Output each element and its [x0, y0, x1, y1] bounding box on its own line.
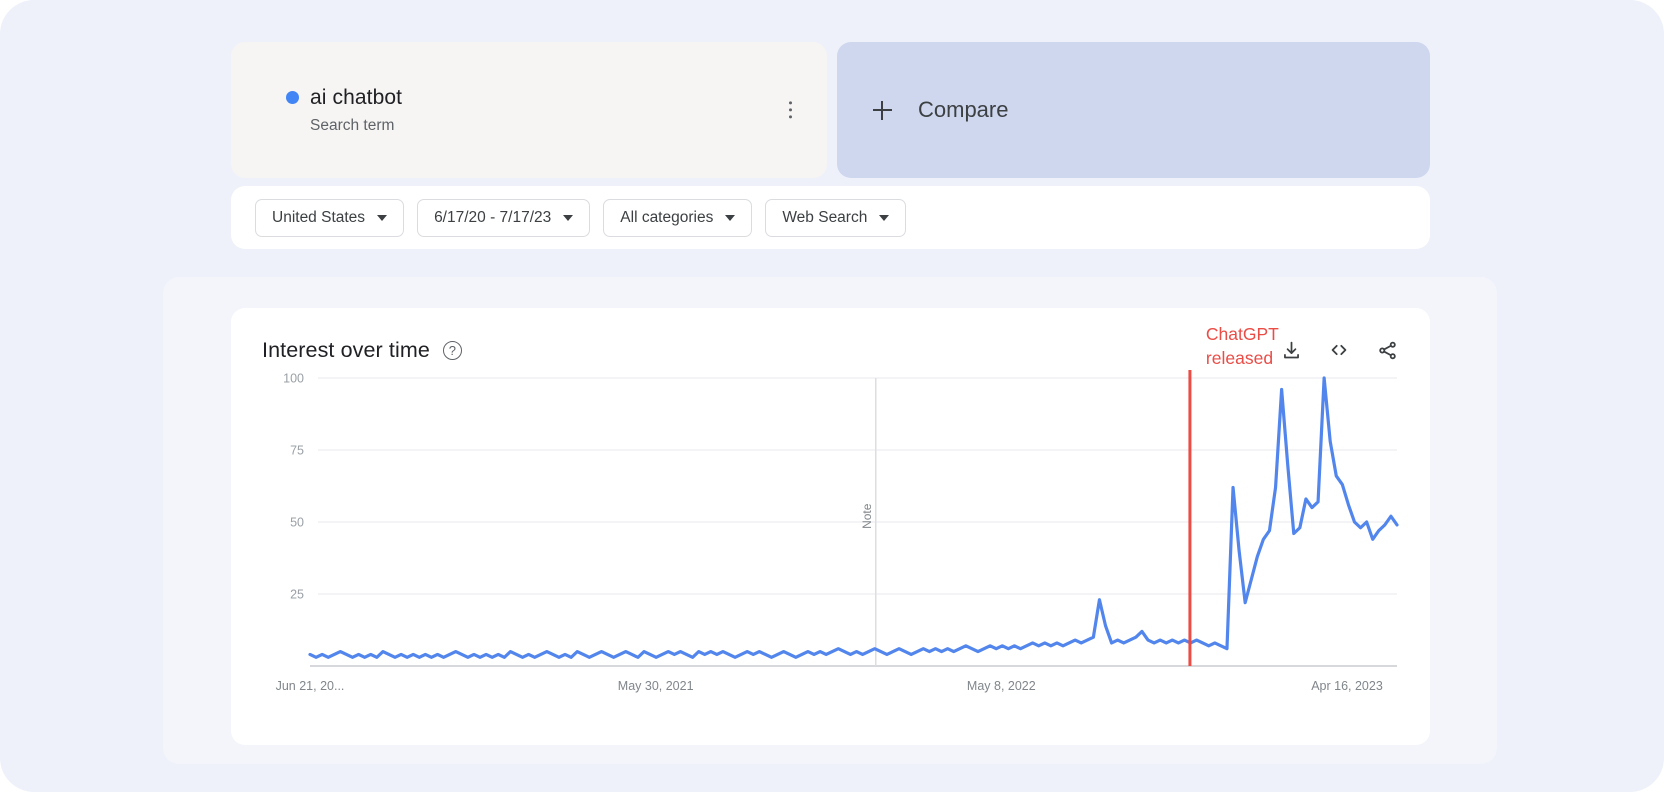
chatgpt-annotation-line1: ChatGPT: [1205, 324, 1279, 344]
search-term-card[interactable]: ai chatbot Search term: [231, 42, 827, 178]
date-range-filter-label: 6/17/20 - 7/17/23: [434, 208, 552, 226]
chevron-down-icon: [879, 214, 890, 221]
chevron-down-icon: [563, 214, 574, 221]
search-terms-row: ai chatbot Search term Compare: [231, 42, 1430, 178]
search-term-line: ai chatbot: [286, 86, 827, 110]
share-button[interactable]: [1374, 337, 1400, 363]
compare-button[interactable]: Compare: [837, 42, 1430, 178]
chatgpt-annotation-line2: released: [1205, 347, 1274, 368]
google-trends-screenshot: ai chatbot Search term Compare United St…: [0, 0, 1664, 792]
plus-icon: [873, 100, 892, 120]
y-axis-tick-label: 75: [290, 444, 304, 458]
download-csv-button[interactable]: [1278, 337, 1304, 363]
y-axis-tick-label: 25: [290, 588, 304, 602]
x-axis-tick-label: Jun 21, 20...: [276, 679, 345, 693]
x-axis-tick-label: Apr 16, 2023: [1311, 679, 1383, 693]
x-axis-tick-label: May 30, 2021: [618, 679, 694, 693]
search-type-filter-label: Web Search: [782, 208, 868, 226]
category-filter[interactable]: All categories: [603, 198, 753, 237]
kebab-menu-icon[interactable]: [783, 95, 798, 124]
interest-over-time-chart[interactable]: 25 50 75 100 Note Jun 21, 20... May 30, 2021 Ma…: [262, 324, 1401, 710]
search-type-filter[interactable]: Web Search: [765, 198, 907, 237]
y-axis-tick-label: 100: [283, 372, 304, 386]
kebab-dot: [788, 115, 792, 119]
chart-actions: [1278, 337, 1400, 363]
kebab-dot: [788, 108, 792, 112]
date-range-filter[interactable]: 6/17/20 - 7/17/23: [417, 198, 591, 237]
chevron-down-icon: [377, 214, 388, 221]
filters-bar: United States 6/17/20 - 7/17/23 All catego…: [231, 186, 1430, 249]
kebab-dot: [788, 101, 792, 105]
interest-over-time-card: Interest over time ? 25 50 75 100 Note J…: [231, 308, 1430, 745]
search-term-subtitle: Search term: [310, 116, 395, 134]
note-marker-label: Note: [860, 503, 874, 529]
x-axis-tick-label: May 8, 2022: [967, 679, 1036, 693]
chatgpt-release-annotation: ChatGPT released: [1206, 323, 1279, 370]
question-mark-icon[interactable]: ?: [442, 340, 462, 360]
embed-button[interactable]: [1326, 337, 1352, 363]
location-filter-label: United States: [272, 208, 366, 226]
compare-label: Compare: [918, 97, 1009, 122]
trend-line-ai-chatbot[interactable]: [308, 376, 1399, 659]
location-filter[interactable]: United States: [255, 198, 405, 237]
series-color-dot: [286, 91, 299, 104]
chevron-down-icon: [725, 214, 736, 221]
category-filter-label: All categories: [620, 208, 714, 226]
y-axis-tick-label: 50: [290, 516, 304, 530]
search-term-name: ai chatbot: [310, 85, 403, 109]
page-title: Interest over time: [262, 337, 430, 362]
